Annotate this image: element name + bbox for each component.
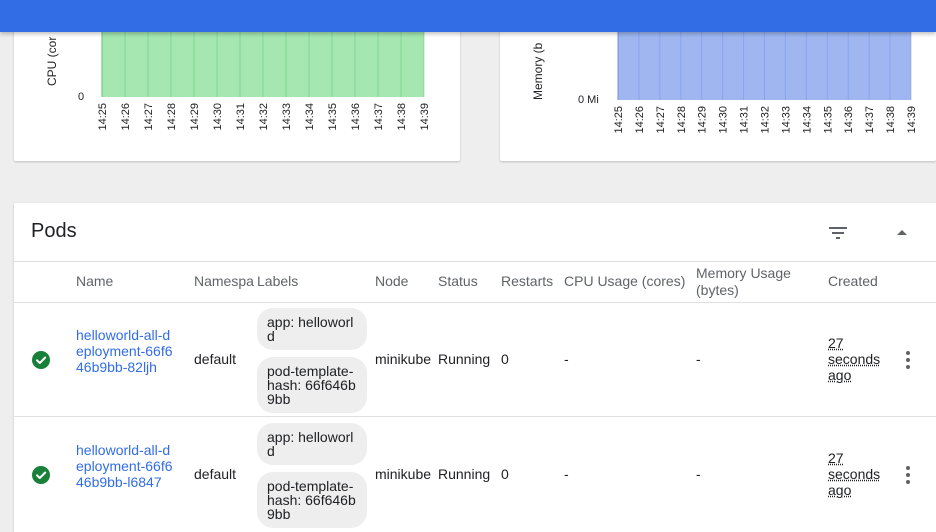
x-tick-label: 14:34: [801, 106, 813, 134]
restarts-cell: 0: [501, 466, 509, 482]
more-vert-icon[interactable]: [898, 348, 918, 372]
x-tick-label: 14:29: [189, 103, 201, 131]
column-header-created[interactable]: Created: [828, 273, 878, 290]
x-tick-label: 14:31: [739, 106, 751, 134]
x-tick-label: 14:25: [613, 106, 625, 134]
x-tick-label: 14:33: [281, 103, 293, 131]
x-tick-label: 14:28: [166, 103, 178, 131]
collapse-button[interactable]: [890, 221, 914, 245]
cpu-y-axis-label: CPU (cor: [45, 37, 59, 86]
x-tick-label: 14:35: [327, 103, 339, 131]
column-header-memory-usage: Memory Usage (bytes): [696, 265, 791, 299]
memory-x-axis-ticks: 14:25 14:26 14:27 14:28 14:29 14:30 14:31 14:32…: [613, 106, 918, 134]
x-tick-label: 14:29: [697, 106, 709, 134]
x-tick-label: 14:39: [906, 106, 918, 134]
more-vert-icon[interactable]: [898, 463, 918, 487]
column-header-name[interactable]: Name: [76, 273, 113, 290]
check-circle-icon: [32, 466, 50, 484]
x-tick-label: 14:30: [718, 106, 730, 134]
header-divider: [14, 261, 936, 262]
cpu-usage-chart: CPU (cor 0 14:25 14:26 14:27 14:28 14:29 14:3…: [45, 32, 431, 131]
table-row: helloworld-all-deployment-66f646b9bb-82l…: [14, 303, 936, 416]
x-tick-label: 14:36: [843, 106, 855, 134]
status-cell: Running: [438, 466, 491, 482]
x-tick-label: 14:26: [634, 106, 646, 134]
memory-usage-chart-card: Memory (b 0 Mi 14:25 14:26 14:27 14:28 14:29…: [500, 20, 936, 161]
cpu-usage-cell: -: [564, 466, 569, 482]
column-header-cpu-usage: CPU Usage (cores): [564, 273, 686, 289]
filter-list-icon: [829, 227, 847, 239]
cpu-usage-cell: -: [564, 351, 569, 367]
x-tick-label: 14:35: [822, 106, 834, 134]
x-tick-label: 14:27: [655, 106, 667, 134]
status-cell: Running: [438, 351, 491, 367]
row-divider: [14, 416, 936, 417]
pod-name-link[interactable]: helloworld-all-deployment-66f646b9bb-l68…: [76, 442, 176, 490]
memory-area-series: [617, 20, 912, 100]
memory-y-zero-label: 0 Mi: [578, 94, 599, 106]
label-chip: pod-template-hash: 66f646b9bb: [257, 357, 367, 413]
arrow-drop-up-icon: [897, 230, 907, 235]
top-app-bar: [0, 0, 936, 32]
x-tick-label: 14:26: [120, 103, 132, 131]
node-cell: minikube: [375, 466, 432, 482]
namespace-cell: default: [194, 351, 237, 367]
x-tick-label: 14:25: [97, 103, 109, 131]
x-tick-label: 14:30: [212, 103, 224, 131]
created-cell: 27 seconds ago: [828, 335, 881, 383]
check-circle-icon: [32, 351, 50, 369]
column-header-restarts[interactable]: Restarts: [501, 273, 553, 290]
memory-header-line2: (bytes): [696, 282, 739, 298]
filter-button[interactable]: [826, 221, 850, 245]
pods-card: Pods Name Namespa Labels Node Status Res…: [14, 203, 936, 532]
cpu-usage-chart-card: CPU (cor 0 14:25 14:26 14:27 14:28 14:29 14:3…: [14, 20, 460, 161]
table-row: helloworld-all-deployment-66f646b9bb-l68…: [14, 418, 936, 531]
memory-usage-chart: Memory (b 0 Mi 14:25 14:26 14:27 14:28 14:29…: [531, 20, 918, 134]
label-chip: app: helloworld: [257, 308, 367, 350]
column-header-node[interactable]: Node: [375, 273, 408, 290]
created-cell: 27 seconds ago: [828, 450, 881, 498]
x-tick-label: 14:31: [235, 103, 247, 131]
x-tick-label: 14:38: [396, 103, 408, 131]
x-tick-label: 14:37: [373, 103, 385, 131]
pod-name-link[interactable]: helloworld-all-deployment-66f646b9bb-82l…: [76, 327, 176, 375]
column-header-namespace[interactable]: Namespa: [194, 273, 255, 290]
memory-usage-cell: -: [696, 466, 701, 482]
namespace-cell: default: [194, 466, 237, 482]
x-tick-label: 14:39: [419, 103, 431, 131]
restarts-cell: 0: [501, 351, 509, 367]
label-chip: pod-template-hash: 66f646b9bb: [257, 472, 367, 528]
cpu-area-series: [101, 32, 425, 97]
memory-header-line1: Memory Usage: [696, 265, 791, 281]
pods-title: Pods: [31, 220, 77, 242]
x-tick-label: 14:33: [780, 106, 792, 134]
column-header-labels: Labels: [257, 273, 299, 289]
memory-y-axis-label: Memory (b: [531, 42, 545, 100]
x-tick-label: 14:28: [676, 106, 688, 134]
x-tick-label: 14:37: [864, 106, 876, 134]
x-tick-label: 14:27: [143, 103, 155, 131]
cpu-y-zero-label: 0: [78, 91, 84, 103]
cpu-x-axis-ticks: 14:25 14:26 14:27 14:28 14:29 14:30 14:31 14:32…: [97, 103, 431, 131]
x-tick-label: 14:32: [258, 103, 270, 131]
x-tick-label: 14:36: [350, 103, 362, 131]
x-tick-label: 14:34: [304, 103, 316, 131]
column-header-status[interactable]: Status: [438, 273, 478, 290]
label-chip: app: helloworld: [257, 423, 367, 465]
x-tick-label: 14:32: [760, 106, 772, 134]
memory-usage-cell: -: [696, 351, 701, 367]
x-tick-label: 14:38: [885, 106, 897, 134]
node-cell: minikube: [375, 351, 432, 367]
